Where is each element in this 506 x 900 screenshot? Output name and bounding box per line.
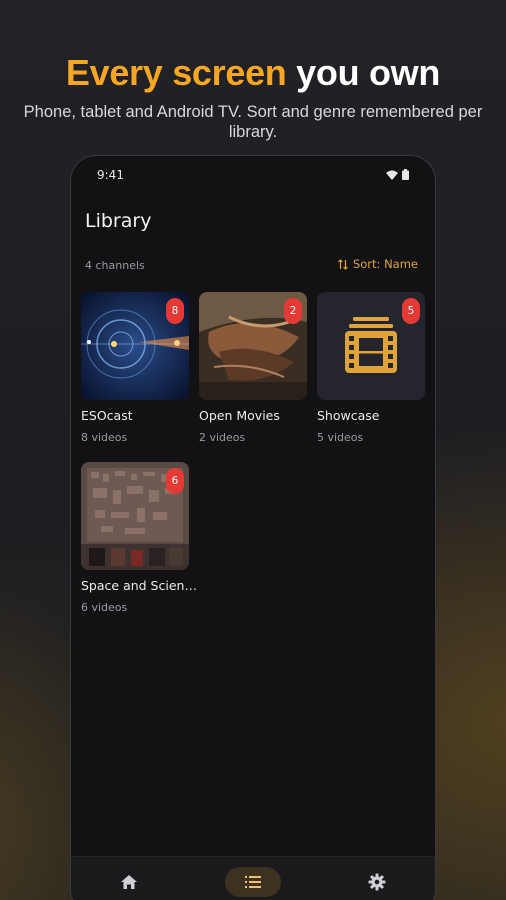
battery-icon: [402, 169, 409, 180]
sort-label: Sort: Name: [352, 257, 418, 271]
channel-card-showcase[interactable]: 5 Showcase 5 videos: [317, 292, 426, 444]
video-count-badge: 6: [166, 468, 184, 494]
channel-thumbnail: 2: [199, 292, 307, 400]
sort-button[interactable]: Sort: Name: [338, 257, 418, 271]
channel-video-count: 8 videos: [81, 431, 128, 444]
channel-count: 4 channels: [85, 259, 145, 272]
channel-card-esocast[interactable]: 8 ESOcast 8 videos: [81, 292, 190, 444]
status-bar: 9:41: [97, 168, 409, 184]
channel-thumbnail: 6: [81, 462, 189, 570]
nav-library[interactable]: [225, 867, 281, 897]
channel-name: Open Movies: [199, 408, 280, 423]
video-count-badge: 5: [402, 298, 420, 324]
hero-title-accent: Every screen: [65, 52, 287, 93]
list-icon: [245, 876, 261, 888]
channel-name: ESOcast: [81, 408, 133, 423]
hero-title-rest: you own: [286, 52, 441, 93]
status-time: 9:41: [97, 168, 124, 182]
nav-home[interactable]: [101, 867, 157, 897]
channel-name: Showcase: [317, 408, 380, 423]
channel-name: Space and Scien…: [81, 578, 197, 593]
video-count-badge: 8: [166, 298, 184, 324]
gear-icon: [368, 873, 386, 891]
home-icon: [121, 875, 137, 889]
hero-title: Every screen you own: [0, 52, 506, 94]
status-icons: [386, 169, 409, 180]
channel-thumbnail: 5: [317, 292, 425, 400]
nav-settings[interactable]: [349, 867, 405, 897]
wifi-icon: [386, 170, 398, 180]
video-count-badge: 2: [284, 298, 302, 324]
channel-video-count: 2 videos: [199, 431, 246, 444]
sort-icon: [338, 258, 348, 270]
channel-video-count: 6 videos: [81, 601, 128, 614]
channel-thumbnail: 8: [81, 292, 189, 400]
channel-card-space-and-science[interactable]: 6 Space and Scien… 6 videos: [81, 462, 197, 614]
bottom-navigation: [71, 856, 435, 900]
page-title: Library: [85, 210, 152, 232]
channel-video-count: 5 videos: [317, 431, 364, 444]
channel-card-open-movies[interactable]: 2 Open Movies 2 videos: [199, 292, 308, 444]
phone-frame: 9:41 Library 4 channels Sort: Name 8 ESO…: [70, 155, 436, 900]
hero-subtitle: Phone, tablet and Android TV. Sort and g…: [23, 103, 483, 141]
